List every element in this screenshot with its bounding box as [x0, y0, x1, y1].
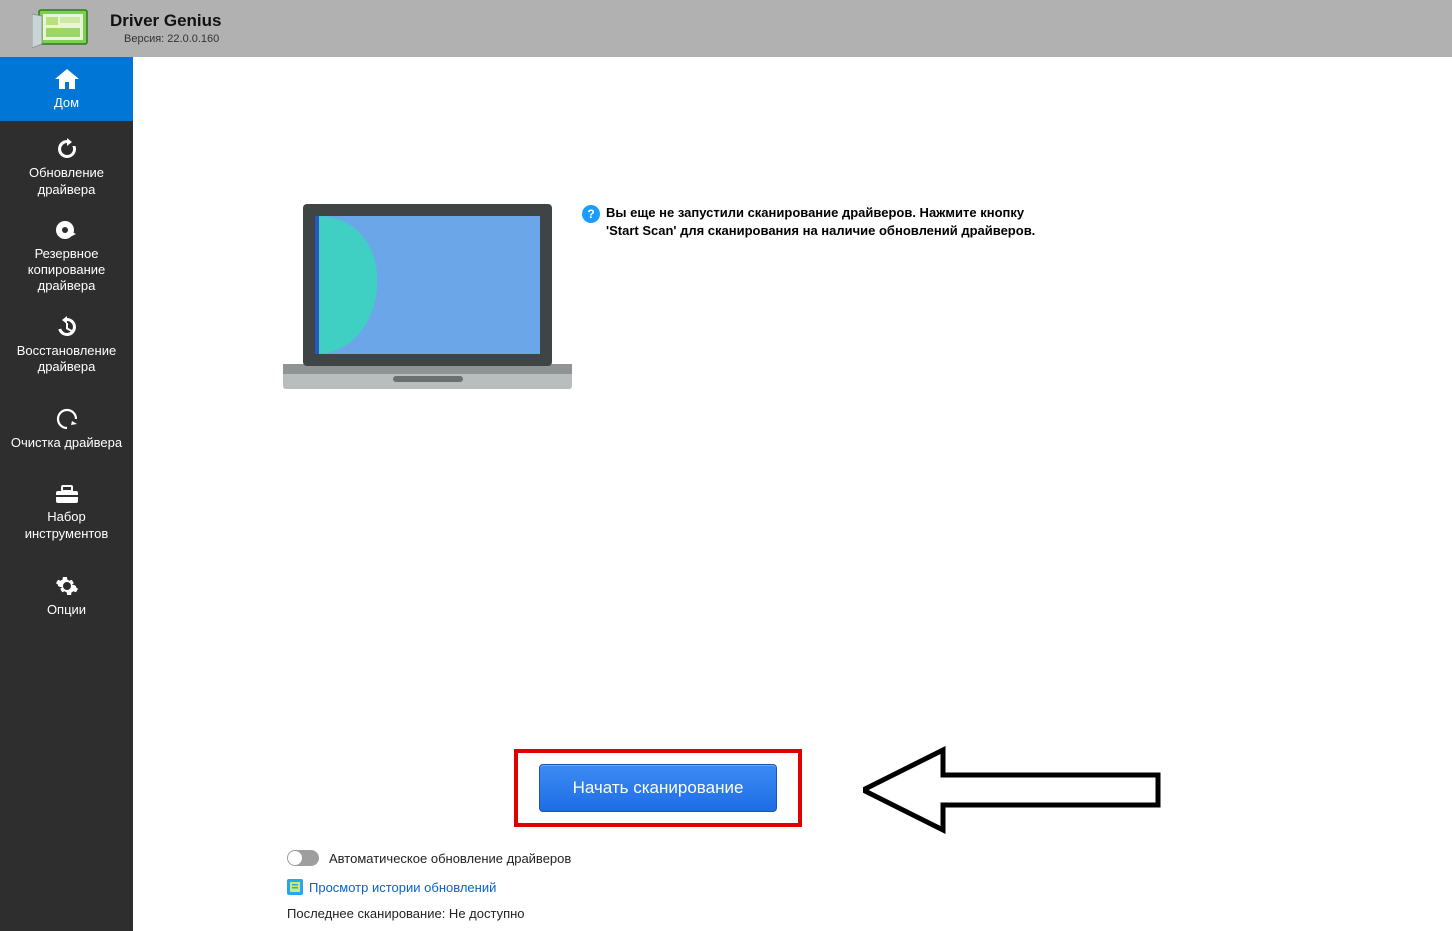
title-bar: Driver Genius Версия: 22.0.0.160 [0, 0, 1452, 57]
sidebar: Дом Обновление драйвера Резервное копиро… [0, 57, 133, 931]
sidebar-item-options[interactable]: Опции [0, 552, 133, 628]
refresh-icon [4, 137, 129, 161]
auto-update-toggle[interactable] [287, 850, 319, 866]
pointer-arrow-icon [863, 745, 1163, 835]
info-banner: ? Вы еще не запустили сканирование драйв… [582, 204, 1036, 239]
sidebar-item-update[interactable]: Обновление драйвера [0, 121, 133, 208]
home-icon [4, 67, 129, 91]
app-title: Driver Genius [110, 12, 222, 31]
sidebar-item-home[interactable]: Дом [0, 57, 133, 121]
app-logo [32, 8, 92, 50]
auto-update-label: Автоматическое обновление драйверов [329, 851, 571, 866]
main-panel: ? Вы еще не запустили сканирование драйв… [133, 57, 1452, 931]
auto-update-row: Автоматическое обновление драйверов [287, 850, 571, 866]
disc-backup-icon [4, 218, 129, 242]
sidebar-item-label: Резервное копирование драйвера [4, 246, 129, 295]
sidebar-item-label: Очистка драйвера [4, 435, 129, 451]
monitor-illustration [283, 204, 572, 397]
history-row: Просмотр истории обновлений [287, 879, 496, 895]
sidebar-item-label: Опции [4, 602, 129, 618]
last-scan-label: Последнее сканирование: Не доступно [287, 906, 525, 921]
sidebar-item-restore[interactable]: Восстановление драйвера [0, 305, 133, 386]
sidebar-item-label: Обновление драйвера [4, 165, 129, 198]
history-list-icon [287, 879, 303, 895]
sidebar-item-tools[interactable]: Набор инструментов [0, 461, 133, 552]
sidebar-item-clean[interactable]: Очистка драйвера [0, 385, 133, 461]
toolbox-icon [4, 483, 129, 505]
clean-icon [4, 407, 129, 431]
sidebar-item-label: Восстановление драйвера [4, 343, 129, 376]
version-label: Версия: 22.0.0.160 [124, 33, 222, 45]
sidebar-item-backup[interactable]: Резервное копирование драйвера [0, 208, 133, 305]
history-icon [4, 315, 129, 339]
sidebar-item-label: Набор инструментов [4, 509, 129, 542]
help-icon: ? [582, 205, 600, 223]
gear-icon [4, 574, 129, 598]
start-scan-button[interactable]: Начать сканирование [539, 764, 777, 812]
scan-highlight-frame: Начать сканирование [514, 749, 802, 827]
info-text: Вы еще не запустили сканирование драйвер… [606, 204, 1036, 239]
history-link[interactable]: Просмотр истории обновлений [309, 880, 496, 895]
sidebar-item-label: Дом [4, 95, 129, 111]
